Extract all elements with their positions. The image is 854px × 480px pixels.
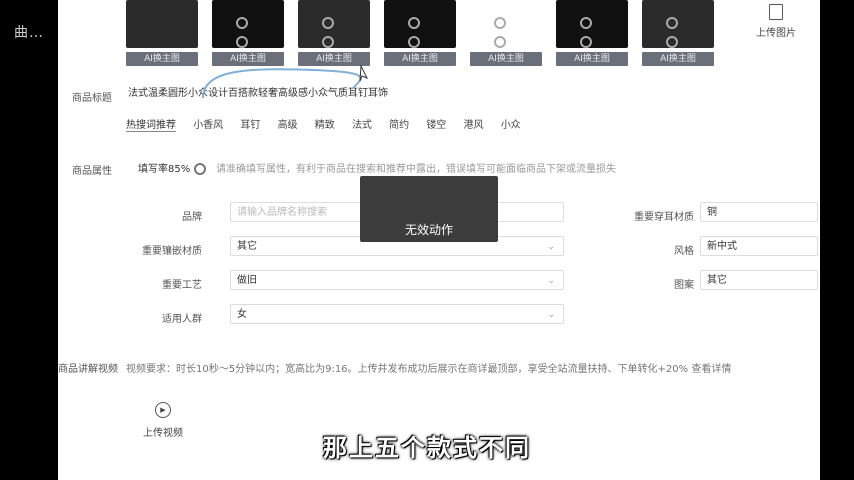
thumbnail-image bbox=[556, 0, 628, 48]
tag-item[interactable]: 精致 bbox=[315, 120, 335, 131]
style-value: 新中式 bbox=[707, 241, 737, 252]
product-title-label: 商品标题 bbox=[72, 93, 112, 104]
video-frame: 曲… AI换主图 AI换主图 AI换主图 AI换主图 AI换主图 AI换主图 A… bbox=[0, 0, 854, 480]
thumbnail[interactable]: AI换主图 bbox=[384, 0, 456, 66]
thumbnail[interactable]: AI换主图 bbox=[212, 0, 284, 66]
ai-replace-button[interactable]: AI换主图 bbox=[384, 52, 456, 66]
attributes-label: 商品属性 bbox=[72, 166, 112, 177]
video-subtitle: 那上五个款式不同 bbox=[323, 434, 531, 462]
ear-material-label: 重要穿耳材质 bbox=[634, 212, 694, 223]
upload-image-label: 上传图片 bbox=[756, 28, 796, 39]
style-select[interactable]: 新中式 bbox=[700, 236, 818, 256]
hot-search-tag[interactable]: 热搜词推荐 bbox=[126, 120, 176, 132]
chevron-down-icon: ⌄ bbox=[547, 276, 555, 286]
tag-item[interactable]: 港风 bbox=[464, 120, 484, 131]
chevron-down-icon: ⌄ bbox=[547, 242, 555, 252]
video-requirement: 视频要求：时长10秒～5分钟以内；宽高比为9:16。上传并发布成功后展示在商详最… bbox=[126, 364, 732, 375]
attributes-hint: 请准确填写属性，有利于商品在搜索和推荐中露出，错误填写可能面临商品下架或流量损失 bbox=[216, 164, 616, 175]
progress-ring-icon bbox=[194, 163, 207, 175]
tag-item[interactable]: 简约 bbox=[389, 120, 409, 131]
play-icon: ▶ bbox=[155, 402, 171, 418]
tag-item[interactable]: 耳钉 bbox=[240, 120, 260, 131]
audience-value: 女 bbox=[237, 309, 247, 320]
hot-tags: 热搜词推荐 小香风 耳钉 高级 精致 法式 简约 镂空 港风 小众 bbox=[126, 116, 535, 132]
tag-item[interactable]: 法式 bbox=[352, 120, 372, 131]
ear-material-select[interactable]: 铜 bbox=[700, 202, 818, 222]
ear-material-value: 铜 bbox=[707, 207, 717, 218]
thumbnail-image bbox=[298, 0, 370, 48]
toast-message: 无效动作 bbox=[360, 176, 498, 242]
tag-item[interactable]: 镂空 bbox=[426, 120, 446, 131]
thumbnail[interactable]: AI换主图 bbox=[470, 0, 542, 66]
chevron-down-icon: ⌄ bbox=[547, 310, 555, 320]
pattern-value: 其它 bbox=[707, 275, 727, 286]
annotation-scribble bbox=[202, 64, 369, 99]
thumbnail[interactable]: AI换主图 bbox=[126, 0, 198, 66]
tag-item[interactable]: 小众 bbox=[501, 120, 521, 131]
thumbnail[interactable]: AI换主图 bbox=[642, 0, 714, 66]
thumbnail[interactable]: AI换主图 bbox=[298, 0, 370, 66]
inlay-material-value: 其它 bbox=[237, 241, 257, 252]
audience-label: 适用人群 bbox=[162, 314, 202, 325]
ai-replace-button[interactable]: AI换主图 bbox=[126, 52, 198, 66]
ai-replace-button[interactable]: AI换主图 bbox=[642, 52, 714, 66]
thumbnail-image bbox=[384, 0, 456, 48]
style-label: 风格 bbox=[674, 246, 694, 257]
thumbnail[interactable]: AI换主图 bbox=[556, 0, 628, 66]
craft-label: 重要工艺 bbox=[162, 280, 202, 291]
thumbnail-image bbox=[642, 0, 714, 48]
thumbnail-image bbox=[212, 0, 284, 48]
tag-item[interactable]: 小香风 bbox=[193, 120, 223, 131]
upload-image-button[interactable]: 上传图片 bbox=[751, 4, 801, 39]
pattern-label: 图案 bbox=[674, 280, 694, 291]
brand-placeholder: 请输入品牌名称搜索 bbox=[237, 207, 327, 218]
upload-icon bbox=[769, 4, 783, 20]
inlay-material-label: 重要镶嵌材质 bbox=[142, 246, 202, 257]
ai-replace-button[interactable]: AI换主图 bbox=[556, 52, 628, 66]
video-label: 商品讲解视频 bbox=[58, 364, 118, 375]
pattern-select[interactable]: 其它 bbox=[700, 270, 818, 290]
craft-value: 做旧 bbox=[237, 275, 257, 286]
fill-rate-text: 填写率85% bbox=[138, 164, 191, 175]
thumbnail-image bbox=[126, 0, 198, 48]
craft-select[interactable]: 做旧 ⌄ bbox=[230, 270, 564, 290]
watermark: 曲… bbox=[14, 25, 44, 41]
thumbnail-image bbox=[470, 0, 542, 48]
audience-select[interactable]: 女 ⌄ bbox=[230, 304, 564, 324]
fill-rate: 填写率85% bbox=[138, 160, 207, 175]
tag-item[interactable]: 高级 bbox=[278, 120, 298, 131]
brand-label: 品牌 bbox=[182, 212, 202, 223]
ai-replace-button[interactable]: AI换主图 bbox=[470, 52, 542, 66]
